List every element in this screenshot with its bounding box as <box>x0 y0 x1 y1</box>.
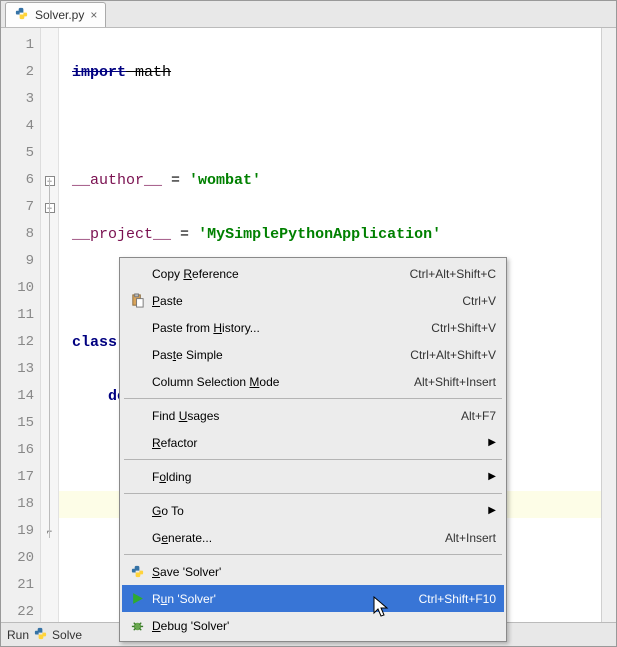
menu-debug-solver[interactable]: Debug 'Solver' <box>122 612 504 639</box>
python-icon <box>126 564 148 579</box>
menu-refactor[interactable]: Refactor ▶ <box>122 429 504 456</box>
menu-save-solver[interactable]: Save 'Solver' <box>122 558 504 585</box>
submenu-arrow-icon: ▶ <box>488 437 496 448</box>
vertical-scrollbar[interactable] <box>601 28 616 622</box>
line-number: 10 <box>1 275 40 302</box>
line-number: 11 <box>1 302 40 329</box>
status-target-label: Solve <box>52 628 82 642</box>
line-number: 18 <box>1 491 40 518</box>
menu-folding[interactable]: Folding ▶ <box>122 463 504 490</box>
menu-run-solver[interactable]: Run 'Solver' Ctrl+Shift+F10 <box>122 585 504 612</box>
line-number: 3 <box>1 86 40 113</box>
code-line: __author__ = 'wombat' <box>59 167 616 194</box>
line-number: 15 <box>1 410 40 437</box>
menu-find-usages[interactable]: Find Usages Alt+F7 <box>122 402 504 429</box>
fold-column: − − ⌐ <box>41 28 59 622</box>
menu-paste-history[interactable]: Paste from History... Ctrl+Shift+V <box>122 314 504 341</box>
submenu-arrow-icon: ▶ <box>488 471 496 482</box>
submenu-arrow-icon: ▶ <box>488 505 496 516</box>
line-number: 12 <box>1 329 40 356</box>
menu-separator <box>124 493 502 494</box>
status-run-label: Run <box>7 628 29 642</box>
tab-bar: Solver.py × <box>1 1 616 28</box>
menu-separator <box>124 398 502 399</box>
line-number: 5 <box>1 140 40 167</box>
line-number: 17 <box>1 464 40 491</box>
line-number: 2 <box>1 59 40 86</box>
line-number: 6 <box>1 167 40 194</box>
line-number: 8 <box>1 221 40 248</box>
line-number: 21 <box>1 572 40 599</box>
line-number: 16 <box>1 437 40 464</box>
menu-separator <box>124 459 502 460</box>
line-number: 22 <box>1 599 40 626</box>
code-line: __project__ = 'MySimplePythonApplication… <box>59 221 616 248</box>
menu-column-selection[interactable]: Column Selection Mode Alt+Shift+Insert <box>122 368 504 395</box>
code-line <box>59 113 616 140</box>
line-number: 1 <box>1 32 40 59</box>
file-tab[interactable]: Solver.py × <box>5 2 106 27</box>
line-number: 13 <box>1 356 40 383</box>
tab-filename: Solver.py <box>35 8 84 22</box>
line-number: 14 <box>1 383 40 410</box>
line-number: 9 <box>1 248 40 275</box>
line-number: 19 <box>1 518 40 545</box>
paste-icon <box>126 293 148 308</box>
menu-separator <box>124 554 502 555</box>
menu-paste[interactable]: Paste Ctrl+V <box>122 287 504 314</box>
context-menu: Copy Reference Ctrl+Alt+Shift+C Paste Ct… <box>119 257 507 642</box>
menu-go-to[interactable]: Go To ▶ <box>122 497 504 524</box>
close-tab-icon[interactable]: × <box>90 8 97 22</box>
debug-icon <box>126 618 148 633</box>
run-icon <box>126 592 148 605</box>
menu-paste-simple[interactable]: Paste Simple Ctrl+Alt+Shift+V <box>122 341 504 368</box>
line-number: 7 <box>1 194 40 221</box>
line-number: 20 <box>1 545 40 572</box>
menu-copy-reference[interactable]: Copy Reference Ctrl+Alt+Shift+C <box>122 260 504 287</box>
gutter: 1 2 3 4 5 6 7 8 9 10 11 12 13 14 15 16 1… <box>1 28 41 622</box>
menu-generate[interactable]: Generate... Alt+Insert <box>122 524 504 551</box>
line-number: 4 <box>1 113 40 140</box>
python-file-icon <box>14 6 29 24</box>
python-file-icon <box>33 626 48 644</box>
code-line: import math <box>59 59 616 86</box>
